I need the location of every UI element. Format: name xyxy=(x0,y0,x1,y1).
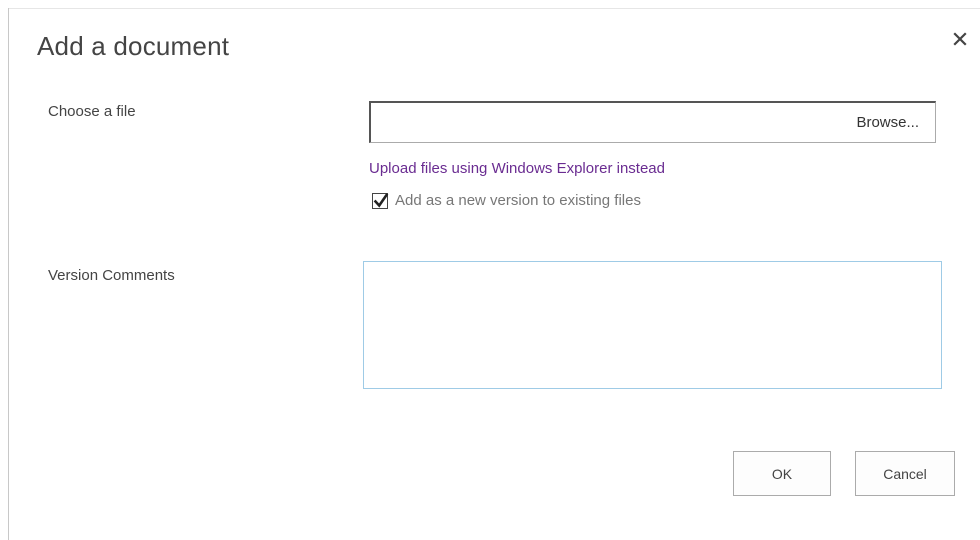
upload-windows-explorer-link[interactable]: Upload files using Windows Explorer inst… xyxy=(369,160,665,177)
close-icon xyxy=(953,32,967,46)
close-button[interactable] xyxy=(949,28,971,50)
dialog-left-border xyxy=(8,8,9,540)
add-document-dialog: Add a document Choose a file Browse... U… xyxy=(0,0,980,540)
add-version-option: Add as a new version to existing files xyxy=(372,192,641,209)
checkmark-icon xyxy=(373,192,389,208)
dialog-top-border xyxy=(9,8,980,9)
dialog-title: Add a document xyxy=(37,31,230,61)
cancel-button[interactable]: Cancel xyxy=(855,451,955,496)
add-version-checkbox[interactable] xyxy=(372,192,389,209)
browse-button[interactable]: Browse... xyxy=(856,114,919,131)
version-comments-field[interactable] xyxy=(363,261,942,389)
ok-button[interactable]: OK xyxy=(733,451,831,496)
file-input[interactable]: Browse... xyxy=(369,101,936,143)
choose-file-label: Choose a file xyxy=(48,103,136,120)
version-comments-label: Version Comments xyxy=(48,267,175,284)
add-version-label: Add as a new version to existing files xyxy=(395,192,641,209)
